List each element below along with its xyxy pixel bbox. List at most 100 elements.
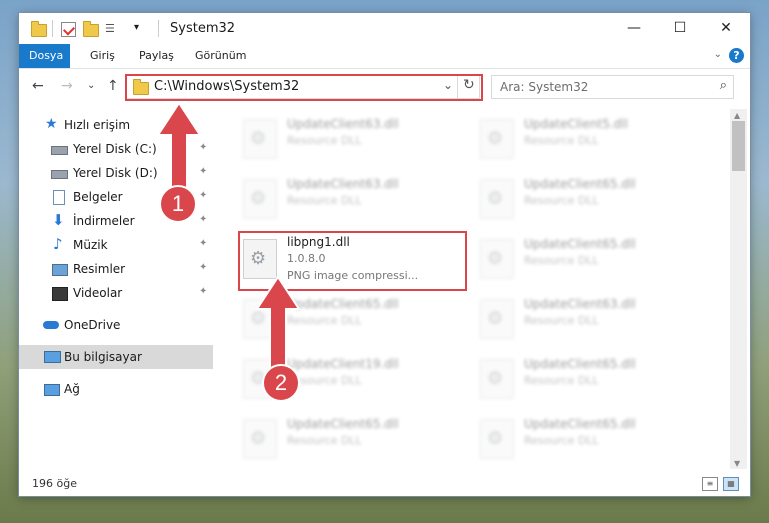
dll-file-icon <box>480 359 514 399</box>
separator <box>158 20 159 37</box>
list-item[interactable]: UpdateClient65.dll Resource DLL <box>472 171 702 227</box>
file-name: UpdateClient5.dll <box>524 117 628 131</box>
file-type: Resource DLL <box>287 434 362 447</box>
pin-icon: ✦ <box>199 238 208 249</box>
scroll-up-icon[interactable]: ▲ <box>734 111 740 120</box>
dll-file-icon <box>243 179 277 219</box>
sidebar-item-label: Yerel Disk (D:) <box>73 166 158 180</box>
properties-icon[interactable] <box>61 22 76 37</box>
sidebar-item-pictures[interactable]: Resimler ✦ <box>19 257 213 281</box>
minimize-button[interactable]: — <box>611 13 657 44</box>
file-type: Resource DLL <box>524 134 599 147</box>
drive-icon <box>51 146 68 155</box>
list-item[interactable]: UpdateClient65.dll Resource DLL <box>472 351 702 407</box>
maximize-button[interactable]: ☐ <box>657 13 703 44</box>
pictures-icon <box>52 264 68 276</box>
sidebar-item-label: Ağ <box>64 382 80 396</box>
music-icon: ♪ <box>53 235 63 253</box>
chevron-down-icon[interactable]: ⌄ <box>714 49 722 60</box>
customize-icon[interactable]: ☰ <box>105 22 119 39</box>
file-name: UpdateClient65.dll <box>287 297 399 311</box>
list-item[interactable]: UpdateClient63.dll Resource DLL <box>472 291 702 347</box>
status-bar: 196 öğe ≡ ▦ <box>19 472 750 496</box>
tab-dosya[interactable]: Dosya <box>19 44 70 68</box>
file-name: UpdateClient63.dll <box>287 117 399 131</box>
tab-giris[interactable]: Giriş <box>82 44 123 68</box>
pin-icon: ✦ <box>199 262 208 273</box>
cloud-icon <box>43 321 59 329</box>
pin-icon: ✦ <box>199 214 208 225</box>
file-name: UpdateClient65.dll <box>524 357 636 371</box>
address-highlight-box <box>125 74 483 101</box>
dll-file-icon <box>480 179 514 219</box>
ribbon: Dosya Giriş Paylaş Görünüm ⌄ ? <box>19 44 750 69</box>
file-type: Resource DLL <box>524 434 599 447</box>
close-button[interactable]: ✕ <box>703 13 749 44</box>
new-folder-icon[interactable] <box>83 20 99 37</box>
scrollbar-thumb[interactable] <box>732 121 745 171</box>
sidebar-item-label: Videolar <box>73 286 123 300</box>
title-bar: ☰ ▾ System32 — ☐ ✕ <box>19 13 750 44</box>
file-name: UpdateClient65.dll <box>524 417 636 431</box>
sidebar-item-label: Resimler <box>73 262 126 276</box>
list-item[interactable]: UpdateClient65.dll Resource DLL <box>235 411 465 467</box>
file-type: Resource DLL <box>524 374 599 387</box>
search-icon[interactable]: ⌕ <box>720 78 727 93</box>
sidebar-item-label: Hızlı erişim <box>64 118 131 132</box>
sidebar-item-label: Müzik <box>73 238 108 252</box>
tab-gorunum[interactable]: Görünüm <box>187 44 254 68</box>
drive-icon <box>51 170 68 179</box>
file-type: Resource DLL <box>524 254 599 267</box>
tab-paylas[interactable]: Paylaş <box>131 44 182 68</box>
dll-file-icon <box>480 119 514 159</box>
separator <box>52 20 53 37</box>
dll-file-icon <box>480 419 514 459</box>
download-icon: ⬇ <box>52 211 65 229</box>
file-name: UpdateClient63.dll <box>287 177 399 191</box>
file-type: Resource DLL <box>287 194 362 207</box>
sidebar-item-label: OneDrive <box>64 318 121 332</box>
sidebar-item-onedrive[interactable]: OneDrive <box>19 313 213 337</box>
network-icon <box>44 384 60 396</box>
sidebar-item-label: Yerel Disk (C:) <box>73 142 157 156</box>
computer-icon <box>44 351 61 363</box>
search-placeholder: Ara: System32 <box>500 80 589 94</box>
file-type: Resource DLL <box>524 194 599 207</box>
dll-file-icon <box>243 119 277 159</box>
step-badge-1: 1 <box>159 185 197 223</box>
help-icon[interactable]: ? <box>729 48 744 63</box>
explorer-window: ☰ ▾ System32 — ☐ ✕ Dosya Giriş Paylaş Gö… <box>19 13 750 496</box>
vertical-scrollbar[interactable]: ▲ ▼ <box>730 109 747 469</box>
up-button[interactable]: ↑ <box>107 78 119 94</box>
sidebar-item-videos[interactable]: Videolar ✦ <box>19 281 213 305</box>
document-icon <box>53 190 65 205</box>
sidebar-item-network[interactable]: Ağ <box>19 377 213 401</box>
quick-access-dropdown[interactable]: ▾ <box>134 22 139 39</box>
sidebar-item-music[interactable]: ♪ Müzik ✦ <box>19 233 213 257</box>
file-type: Resource DLL <box>287 134 362 147</box>
list-item[interactable]: UpdateClient63.dll Resource DLL <box>235 111 465 167</box>
file-name: UpdateClient65.dll <box>524 177 636 191</box>
list-item[interactable]: UpdateClient63.dll Resource DLL <box>235 171 465 227</box>
large-icons-view-icon[interactable]: ▦ <box>723 477 739 491</box>
scroll-down-icon[interactable]: ▼ <box>734 459 740 468</box>
recent-locations-button[interactable]: ⌄ <box>87 80 95 91</box>
window-title: System32 <box>170 21 236 36</box>
file-type: Resource DLL <box>524 314 599 327</box>
video-icon <box>52 287 68 301</box>
list-item[interactable]: UpdateClient5.dll Resource DLL <box>472 111 702 167</box>
sidebar-item-this-pc[interactable]: Bu bilgisayar <box>19 345 213 369</box>
back-button[interactable]: ← <box>32 78 44 94</box>
dll-file-icon <box>243 419 277 459</box>
details-view-icon[interactable]: ≡ <box>702 477 718 491</box>
forward-button[interactable]: → <box>61 78 73 94</box>
list-item[interactable]: UpdateClient65.dll Resource DLL <box>472 411 702 467</box>
pin-icon: ✦ <box>199 286 208 297</box>
list-item[interactable]: UpdateClient65.dll Resource DLL <box>472 231 702 287</box>
item-count: 196 öğe <box>32 477 77 490</box>
dll-file-icon <box>480 239 514 279</box>
sidebar-item-label: Belgeler <box>73 190 123 204</box>
sidebar-item-label: Bu bilgisayar <box>64 350 142 364</box>
search-input[interactable]: Ara: System32 ⌕ <box>491 75 734 99</box>
file-name: UpdateClient63.dll <box>524 297 636 311</box>
